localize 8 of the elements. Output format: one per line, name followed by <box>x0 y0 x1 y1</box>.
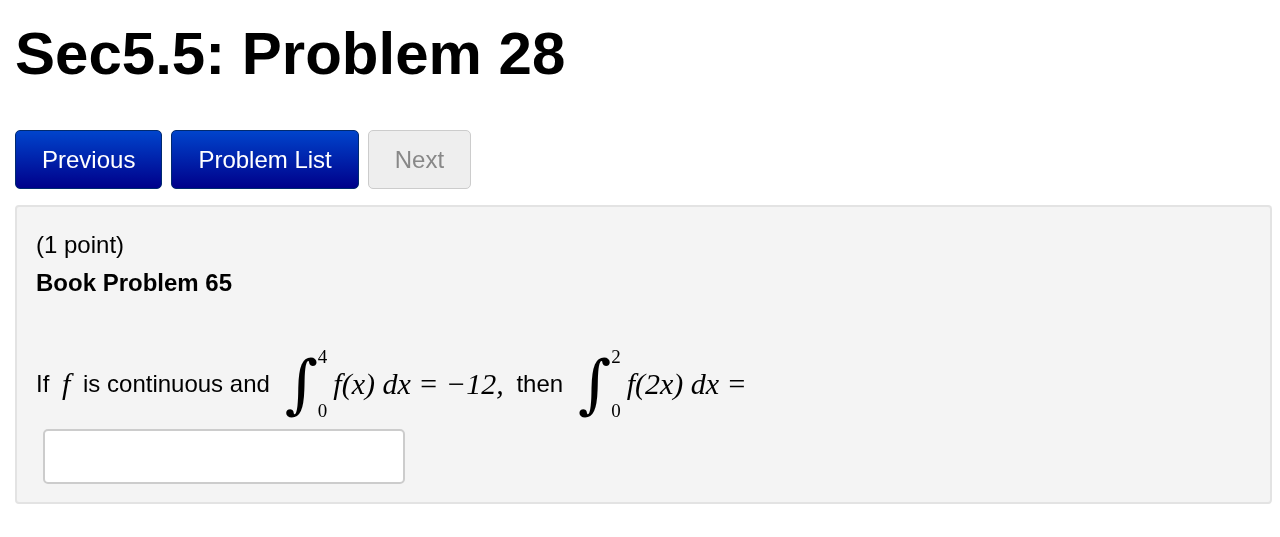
integral-sign: ∫ <box>284 346 318 423</box>
points-label: (1 point) <box>36 230 126 260</box>
nav-button[interactable]: Previous <box>15 130 163 189</box>
page-title: Sec5.5: Problem 28 <box>15 19 567 89</box>
answer-field[interactable] <box>43 429 405 484</box>
nav-button[interactable]: Problem List <box>171 130 359 189</box>
integral-sign: ∫ <box>577 346 612 423</box>
problem-heading: Book Problem 65 <box>36 268 234 298</box>
